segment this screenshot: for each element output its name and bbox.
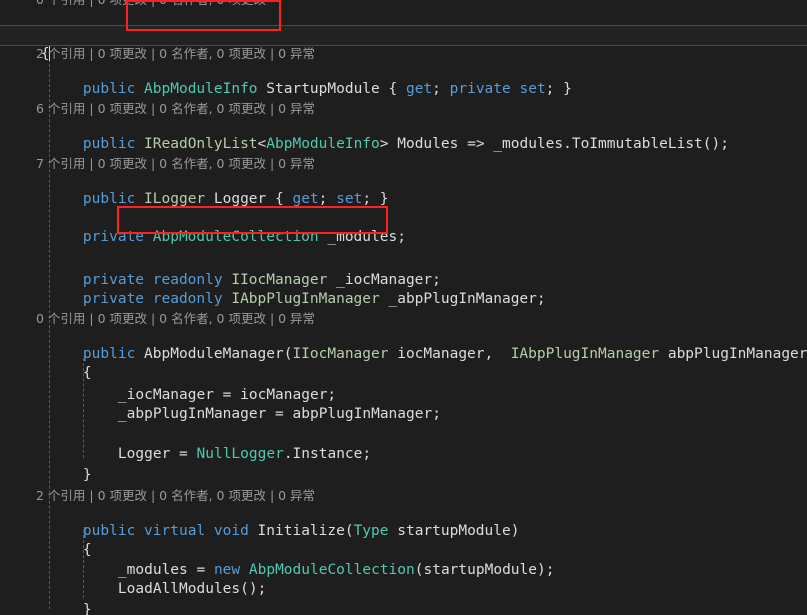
line-initialize-open-brace[interactable]: { — [0, 523, 807, 558]
keyword-private: private — [449, 81, 511, 98]
modules-expression-body: Modules => _modules.ToImmutableList(); — [388, 136, 729, 153]
semicolon: ; — [318, 191, 337, 208]
generic-type-abpmoduleinfo: AbpModuleInfo — [266, 136, 380, 153]
line-modules-field[interactable]: private AbpModuleCollection _modules; — [0, 210, 807, 245]
keyword-set: set — [510, 81, 546, 98]
close-brace-initialize: } — [82, 602, 92, 615]
line-class-open-brace[interactable]: { — [0, 25, 807, 62]
close-brace-constructor: } — [82, 467, 92, 484]
type-iabpplugInmanager: IAbpPlugInManager — [231, 291, 380, 308]
line-logger-property[interactable]: public ILogger Logger { get; set; } — [0, 172, 807, 207]
line-constructor-close-brace[interactable]: } — [0, 448, 807, 483]
keyword-private: private — [82, 229, 145, 246]
line-initialize-close-brace[interactable]: } — [0, 583, 807, 615]
keyword-public: public — [82, 81, 136, 98]
line-constructor-open-brace[interactable]: { — [0, 346, 807, 381]
type-ireadonlylist: IReadOnlyList — [144, 136, 258, 153]
line-ioc-manager-field[interactable]: private readonly IIocManager _iocManager… — [0, 253, 807, 288]
type-abpmoduleinfo: AbpModuleInfo — [144, 81, 258, 98]
keyword-set: set — [336, 191, 363, 208]
codelens-initialize[interactable]: 2 个引用 | 0 项更改 | 0 名作者, 0 项更改 | 0 异常 — [0, 487, 807, 505]
codelens-startup-module[interactable]: 2 个引用 | 0 项更改 | 0 名作者, 0 项更改 | 0 异常 — [0, 45, 807, 63]
line-constructor-signature[interactable]: public AbpModuleManager(IIocManager iocM… — [0, 327, 807, 362]
line-ctor-assign-ioc[interactable]: _iocManager = iocManager; — [0, 368, 807, 403]
line-ctor-assign-logger[interactable]: Logger = NullLogger.Instance; — [0, 427, 807, 462]
field-name-abpplugInmanager: _abpPlugInManager; — [379, 291, 546, 308]
generic-open: < — [257, 136, 267, 153]
keyword-readonly: readonly — [144, 291, 223, 308]
line-plugin-manager-field[interactable]: private readonly IAbpPlugInManager _abpP… — [0, 272, 807, 307]
statement-plugin-assign: _abpPlugInManager = abpPlugInManager; — [117, 406, 441, 423]
codelens-logger-property[interactable]: 7 个引用 | 0 项更改 | 0 名作者, 0 项更改 | 0 异常 — [0, 155, 807, 173]
semicolon: ; — [432, 81, 450, 98]
type-ilogger: ILogger — [144, 191, 206, 208]
line-startup-module-property[interactable]: public AbpModuleInfo StartupModule { get… — [0, 62, 807, 97]
keyword-public: public — [82, 191, 136, 208]
property-name-startupmodule: StartupModule — [257, 81, 389, 98]
line-modules-property[interactable]: public IReadOnlyList<AbpModuleInfo> Modu… — [0, 117, 807, 152]
keyword-public: public — [82, 136, 136, 153]
line-class-declaration[interactable]: public class AbpModuleManager : IAbpModu… — [0, 5, 807, 40]
line-ctor-assign-plugin[interactable]: _abpPlugInManager = abpPlugInManager; — [0, 387, 807, 422]
brace-open: { — [388, 81, 406, 98]
field-name-modules: _modules; — [318, 229, 406, 246]
brace-close: ; } — [545, 81, 572, 98]
codelens-modules-property[interactable]: 6 个引用 | 0 项更改 | 0 名作者, 0 项更改 | 0 异常 — [0, 100, 807, 118]
codelens-constructor[interactable]: 0 个引用 | 0 项更改 | 0 名作者, 0 项更改 | 0 异常 — [0, 310, 807, 328]
keyword-get: get — [292, 191, 319, 208]
brace-close: ; } — [362, 191, 389, 208]
keyword-private: private — [82, 291, 145, 308]
property-name-logger: Logger — [205, 191, 275, 208]
line-init-loadallmodules[interactable]: LoadAllModules(); — [0, 562, 807, 597]
keyword-get: get — [405, 81, 433, 98]
code-editor[interactable]: 0 个引用 | 0 项更改 | 0 名作者, 0 项更改 public clas… — [0, 0, 807, 615]
generic-close: > — [379, 136, 389, 153]
line-init-new-collection[interactable]: _modules = new AbpModuleCollection(start… — [0, 543, 807, 578]
brace-open: { — [275, 191, 293, 208]
line-initialize-signature[interactable]: public virtual void Initialize(Type star… — [0, 504, 807, 539]
type-abpmodulecollection: AbpModuleCollection — [152, 229, 319, 246]
